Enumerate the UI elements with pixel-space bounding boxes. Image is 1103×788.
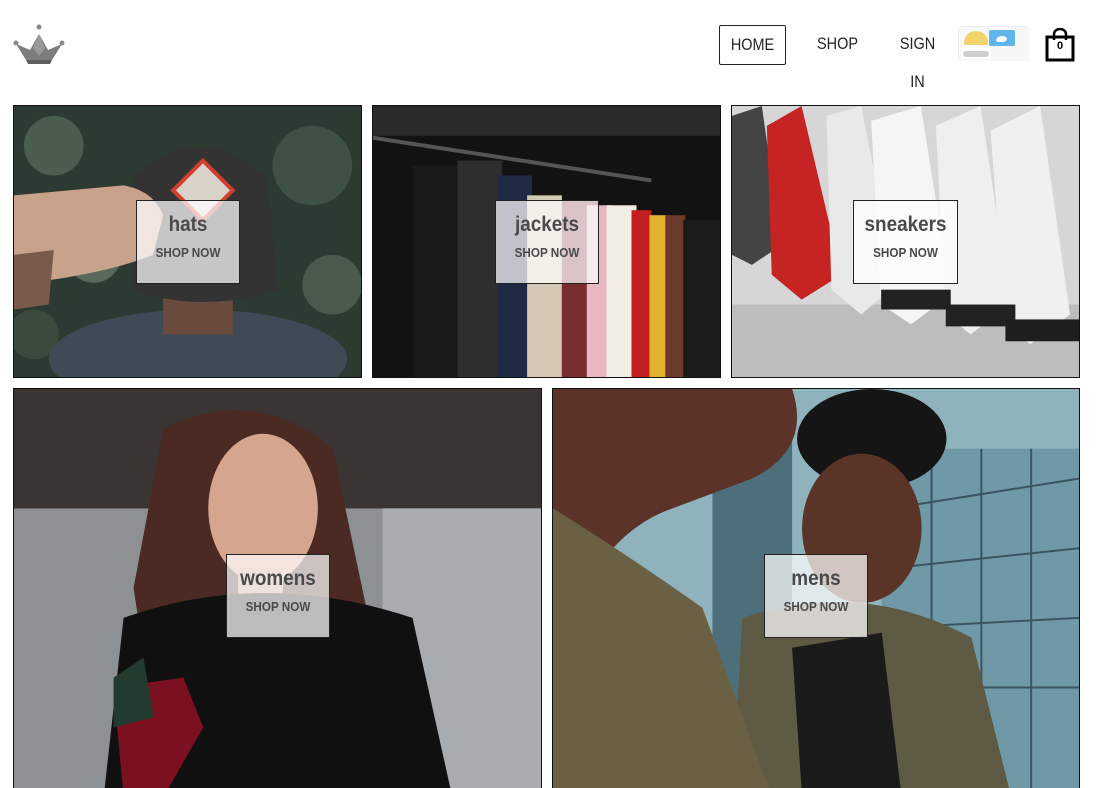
nav-sign-in-link[interactable]: SIGN IN bbox=[892, 25, 943, 91]
nav-shop-link[interactable]: SHOP bbox=[817, 25, 858, 65]
category-title: hats bbox=[168, 213, 208, 236]
category-title: womens bbox=[240, 567, 316, 590]
category-title: jackets bbox=[514, 213, 580, 236]
category-tile-sneakers[interactable]: sneakers SHOP NOW bbox=[731, 105, 1080, 378]
category-label-sneakers[interactable]: sneakers SHOP NOW bbox=[853, 200, 958, 284]
shop-now-label: SHOP NOW bbox=[155, 245, 221, 260]
category-label-mens[interactable]: mens SHOP NOW bbox=[764, 554, 868, 638]
category-tile-jackets[interactable]: jackets SHOP NOW bbox=[372, 105, 721, 378]
weather-theme-toggle-icon bbox=[959, 27, 1029, 61]
crown-logo-icon[interactable] bbox=[12, 22, 66, 66]
category-title: sneakers bbox=[864, 213, 947, 236]
cart-button[interactable]: 0 bbox=[1044, 27, 1076, 62]
category-tile-hats[interactable]: hats SHOP NOW bbox=[13, 105, 362, 378]
shop-now-label: SHOP NOW bbox=[245, 599, 311, 614]
category-tile-womens[interactable]: womens SHOP NOW bbox=[13, 388, 542, 788]
cart-count: 0 bbox=[1056, 40, 1064, 52]
nav-home-link[interactable]: HOME bbox=[719, 25, 786, 65]
site-header: HOME SHOP SIGN IN 0 bbox=[0, 0, 1103, 95]
shop-now-label: SHOP NOW bbox=[873, 245, 938, 260]
nav-home-label: HOME bbox=[730, 35, 775, 54]
category-tile-mens[interactable]: mens SHOP NOW bbox=[552, 388, 1080, 788]
category-label-jackets[interactable]: jackets SHOP NOW bbox=[495, 200, 599, 284]
shop-now-label: SHOP NOW bbox=[783, 599, 849, 614]
category-title: mens bbox=[791, 567, 841, 590]
category-label-womens[interactable]: womens SHOP NOW bbox=[226, 554, 330, 638]
shop-now-label: SHOP NOW bbox=[514, 245, 580, 260]
theme-toggle[interactable] bbox=[958, 26, 1029, 61]
category-label-hats[interactable]: hats SHOP NOW bbox=[136, 200, 240, 284]
